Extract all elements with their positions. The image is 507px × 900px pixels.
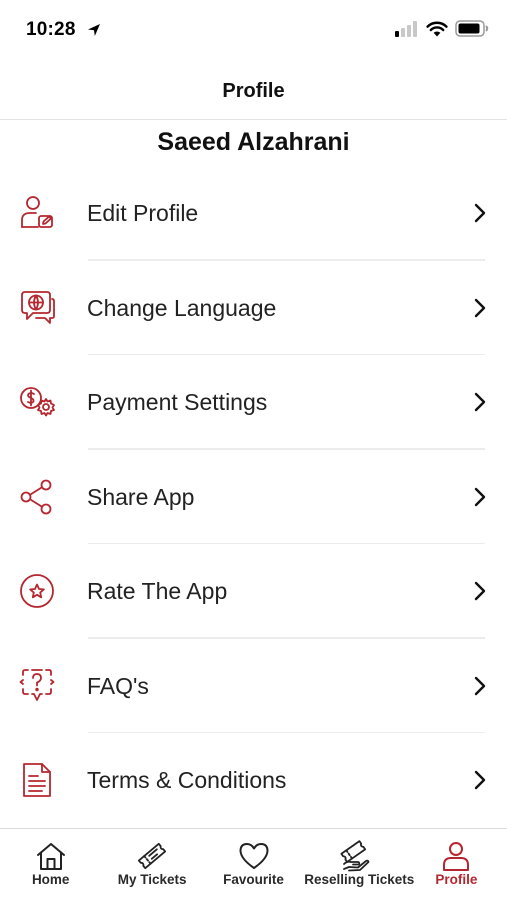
edit-profile-icon <box>21 196 53 228</box>
home-icon <box>36 843 65 870</box>
wifi-icon <box>426 21 448 36</box>
tab-label: My Tickets <box>117 872 187 887</box>
tab-home[interactable]: Home <box>0 829 101 900</box>
tab-favourite[interactable]: Favourite <box>203 829 304 900</box>
menu-item-label: Change Language <box>87 294 277 321</box>
resell-ticket-icon <box>340 840 370 872</box>
tab-label: Favourite <box>223 872 284 887</box>
menu-item-terms[interactable]: Terms & Conditions <box>0 733 507 828</box>
ticket-icon <box>138 842 167 870</box>
star-icon <box>20 574 54 608</box>
menu-item-label: Edit Profile <box>87 200 199 226</box>
tab-label: Reselling Tickets <box>304 872 415 887</box>
location-arrow-icon <box>88 24 100 36</box>
tab-bar: Home My Tickets Favourite Reselling Tick… <box>0 828 507 900</box>
chevron-right-icon <box>474 487 486 506</box>
heart-icon <box>239 843 269 869</box>
tab-label: Profile <box>435 872 478 887</box>
person-icon <box>443 842 470 871</box>
menu-item-payment-settings[interactable]: Payment Settings <box>0 355 507 450</box>
menu-item-rate-app[interactable]: Rate The App <box>0 544 507 639</box>
chevron-right-icon <box>474 392 486 412</box>
tab-label: Home <box>31 872 70 887</box>
status-bar: 10:28 <box>0 0 507 62</box>
menu-item-share-app[interactable]: Share App <box>0 450 507 544</box>
tab-my-tickets[interactable]: My Tickets <box>101 829 202 900</box>
chevron-right-icon <box>474 676 486 695</box>
menu-item-label: Payment Settings <box>87 389 268 415</box>
menu-item-faqs[interactable]: FAQ's <box>0 639 507 733</box>
tab-profile[interactable]: Profile <box>406 829 507 900</box>
menu-item-label: Terms & Conditions <box>87 767 287 793</box>
chevron-right-icon <box>474 581 486 601</box>
menu-item-label: Rate The App <box>87 578 228 604</box>
menu-item-label: Share App <box>87 483 195 510</box>
cellular-signal-icon <box>395 20 417 37</box>
chevron-right-icon <box>474 770 486 790</box>
chevron-right-icon <box>474 203 486 223</box>
chevron-right-icon <box>474 298 486 317</box>
menu-item-edit-profile[interactable]: Edit Profile <box>0 166 507 261</box>
share-icon <box>20 479 52 514</box>
menu-item-change-language[interactable]: Change Language <box>0 261 507 355</box>
menu-item-label: FAQ's <box>87 672 149 699</box>
battery-icon <box>455 20 489 37</box>
payment-settings-icon <box>20 387 55 417</box>
language-globe-icon <box>21 290 55 324</box>
status-time: 10:28 <box>26 19 76 40</box>
status-icons <box>395 20 489 37</box>
question-bubble-icon <box>19 668 55 701</box>
profile-menu: Edit Profile Change Language Payment Set… <box>0 166 507 828</box>
page-title: Profile <box>222 80 285 102</box>
document-icon <box>23 763 51 797</box>
nav-header: Profile <box>0 62 507 120</box>
profile-name: Saeed Alzahrani <box>157 128 350 156</box>
tab-reselling-tickets[interactable]: Reselling Tickets <box>304 829 415 900</box>
